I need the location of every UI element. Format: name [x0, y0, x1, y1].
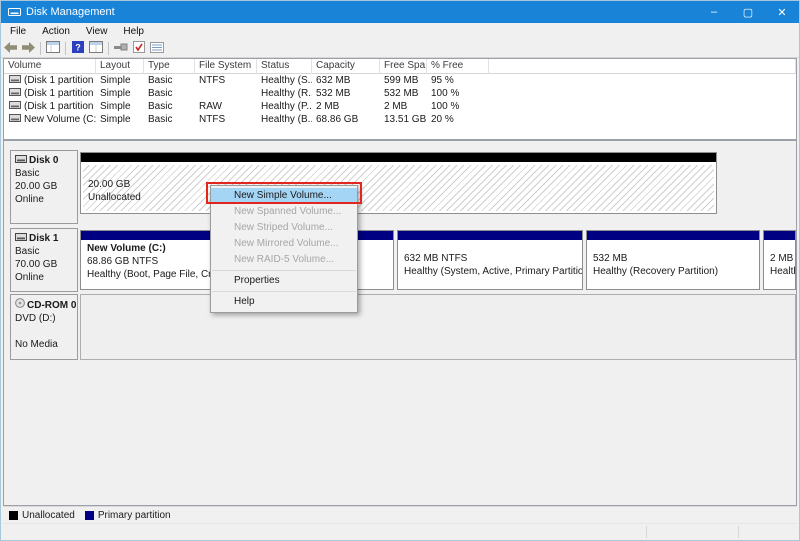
- volume-list-pane: Volume Layout Type File System Status Ca…: [3, 58, 797, 140]
- col-layout[interactable]: Layout: [96, 59, 144, 74]
- volume-table-header: Volume Layout Type File System Status Ca…: [4, 59, 796, 74]
- volume-cell: New Volume (C:): [4, 113, 96, 126]
- table-row[interactable]: (Disk 1 partition 3) Simple Basic Health…: [4, 87, 796, 100]
- primary-partition-swatch: [85, 511, 94, 520]
- col-file-system[interactable]: File System: [195, 59, 257, 74]
- col-percent-free[interactable]: % Free: [427, 59, 489, 74]
- disk-icon: [15, 232, 27, 245]
- menu-file[interactable]: File: [1, 23, 34, 40]
- disk0-label[interactable]: Disk 0 Basic 20.00 GB Online: [10, 150, 78, 224]
- volume-icon: [9, 87, 21, 100]
- forward-button[interactable]: [19, 41, 37, 57]
- back-button[interactable]: [1, 41, 19, 57]
- menu-separator: [212, 270, 356, 271]
- menu-item-new-mirrored-volume: New Mirrored Volume...: [211, 236, 357, 252]
- menu-action[interactable]: Action: [34, 23, 78, 40]
- table-row[interactable]: (Disk 1 partition 4) Simple Basic RAW He…: [4, 100, 796, 113]
- col-status[interactable]: Status: [257, 59, 312, 74]
- back-arrow-icon: [4, 42, 17, 56]
- menu-view[interactable]: View: [78, 23, 116, 40]
- details-window-icon: [89, 41, 103, 56]
- graphical-view-pane: Disk 0 Basic 20.00 GB Online 20.00 GB Un…: [3, 140, 797, 506]
- primary-band: [587, 231, 759, 240]
- menu-item-help[interactable]: Help: [211, 294, 357, 310]
- table-row[interactable]: New Volume (C:) Simple Basic NTFS Health…: [4, 113, 796, 126]
- toolbar-separator: [40, 42, 41, 55]
- console-window-icon: [46, 41, 60, 56]
- status-divider: [738, 526, 739, 538]
- minimize-button[interactable]: –: [697, 1, 731, 23]
- disk1-title: Disk 1: [15, 232, 77, 245]
- report-check-button[interactable]: [130, 41, 148, 57]
- menu-bar: File Action View Help: [1, 23, 799, 40]
- col-volume[interactable]: Volume: [4, 59, 96, 74]
- menu-item-properties[interactable]: Properties: [211, 273, 357, 289]
- status-divider: [646, 526, 647, 538]
- status-bar: [3, 523, 797, 540]
- legend-primary-partition: Primary partition: [85, 510, 171, 521]
- disk0-title: Disk 0: [15, 154, 77, 167]
- attach-tool-button[interactable]: [112, 41, 130, 57]
- primary-band: [764, 231, 795, 240]
- help-button[interactable]: ?: [69, 41, 87, 57]
- list-details-icon: [150, 42, 164, 56]
- volume-icon: [9, 113, 21, 126]
- cd-disc-icon: [15, 298, 25, 312]
- svg-text:?: ?: [75, 43, 81, 53]
- legend-unallocated: Unallocated: [9, 510, 75, 521]
- context-menu: New Simple Volume... New Spanned Volume.…: [210, 185, 358, 313]
- forward-arrow-icon: [22, 42, 35, 56]
- unallocated-band: [81, 153, 716, 162]
- table-row[interactable]: (Disk 1 partition 2) Simple Basic NTFS H…: [4, 74, 796, 87]
- attach-tool-icon: [114, 42, 128, 55]
- help-icon: ?: [72, 41, 84, 56]
- menu-item-new-spanned-volume: New Spanned Volume...: [211, 204, 357, 220]
- unallocated-hatch: [83, 165, 714, 211]
- cdrom-media-area[interactable]: [80, 294, 796, 360]
- title-bar: Disk Management – ▢ ✕: [1, 1, 799, 23]
- menu-item-new-raid5-volume: New RAID-5 Volume...: [211, 252, 357, 268]
- volume-icon: [9, 100, 21, 113]
- menu-separator: [212, 291, 356, 292]
- volume-cell: (Disk 1 partition 2): [4, 74, 96, 87]
- disk-management-window: Disk Management – ▢ ✕ File Action View H…: [0, 0, 800, 541]
- disk0-unallocated-region[interactable]: 20.00 GB Unallocated: [80, 152, 717, 214]
- list-details-button[interactable]: [148, 41, 166, 57]
- cdrom-label[interactable]: CD-ROM 0 DVD (D:) No Media: [10, 294, 78, 360]
- partition-recovery[interactable]: 532 MB Healthy (Recovery Partition): [586, 230, 760, 290]
- window-title: Disk Management: [26, 6, 115, 18]
- partition-small[interactable]: 2 MB Healthy: [763, 230, 796, 290]
- volume-cell: (Disk 1 partition 4): [4, 100, 96, 113]
- report-check-icon: [133, 41, 145, 56]
- cdrom-title: CD-ROM 0: [15, 298, 77, 312]
- menu-item-new-simple-volume[interactable]: New Simple Volume...: [211, 188, 357, 204]
- toolbar-separator: [108, 42, 109, 55]
- disk-icon: [15, 154, 27, 167]
- console-window-button[interactable]: [44, 41, 62, 57]
- unallocated-swatch: [9, 511, 18, 520]
- app-disk-icon: [8, 7, 21, 17]
- close-button[interactable]: ✕: [765, 1, 799, 23]
- col-type[interactable]: Type: [144, 59, 195, 74]
- legend-bar: Unallocated Primary partition: [3, 506, 797, 523]
- toolbar-separator: [65, 42, 66, 55]
- volume-icon: [9, 74, 21, 87]
- partition-system[interactable]: 632 MB NTFS Healthy (System, Active, Pri…: [397, 230, 583, 290]
- disk1-label[interactable]: Disk 1 Basic 70.00 GB Online: [10, 228, 78, 292]
- menu-help[interactable]: Help: [115, 23, 152, 40]
- volume-cell: (Disk 1 partition 3): [4, 87, 96, 100]
- col-capacity[interactable]: Capacity: [312, 59, 380, 74]
- menu-item-new-striped-volume: New Striped Volume...: [211, 220, 357, 236]
- primary-band: [398, 231, 582, 240]
- window-controls: – ▢ ✕: [697, 1, 799, 23]
- col-free-space[interactable]: Free Spa...: [380, 59, 427, 74]
- toolbar: ?: [1, 40, 799, 58]
- details-window-button[interactable]: [87, 41, 105, 57]
- col-filler: [489, 59, 796, 74]
- unallocated-text: 20.00 GB Unallocated: [88, 178, 141, 204]
- maximize-button[interactable]: ▢: [731, 1, 765, 23]
